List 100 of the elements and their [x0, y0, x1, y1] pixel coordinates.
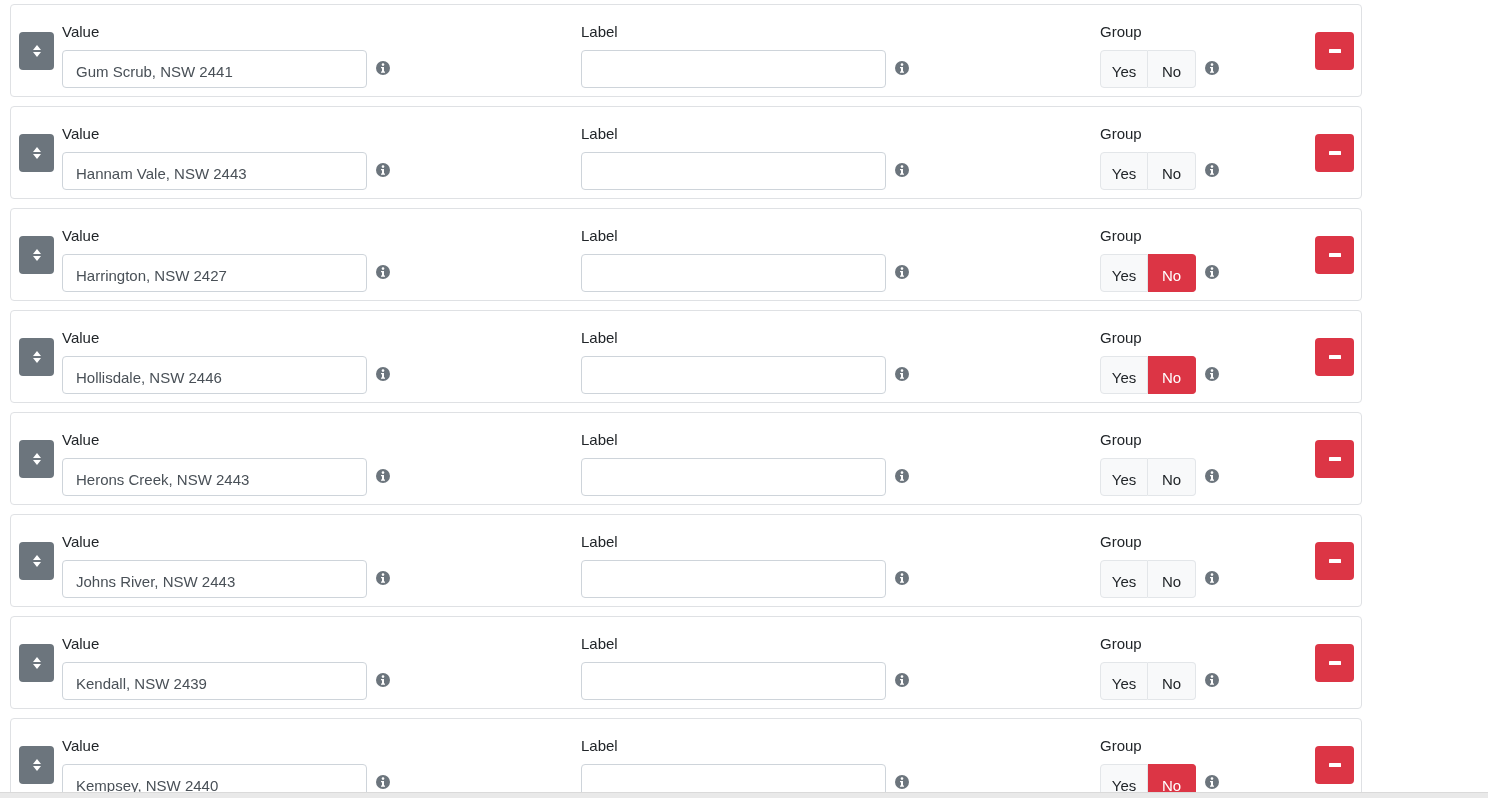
input-field[interactable]: Kendall, NSW 2439 [62, 662, 367, 700]
scrollbar-track[interactable] [0, 792, 1488, 798]
remove-button[interactable] [1315, 338, 1354, 376]
info-icon[interactable] [1205, 264, 1219, 279]
input-field[interactable]: Herons Creek, NSW 2443 [62, 458, 367, 496]
field-label: Group [1100, 124, 1142, 144]
toggle-option[interactable]: Yes [1100, 458, 1148, 496]
minus-icon [1328, 253, 1341, 257]
info-icon[interactable] [376, 162, 390, 177]
minus-icon [1328, 49, 1341, 53]
field-label: Group [1100, 634, 1142, 654]
input-field[interactable]: Harrington, NSW 2427 [62, 254, 367, 292]
input-field[interactable] [581, 764, 886, 794]
field-label: Value [62, 124, 100, 144]
field-label: Value [62, 226, 100, 246]
info-icon[interactable] [376, 366, 390, 381]
field-label: Value [62, 532, 100, 552]
toggle-option[interactable]: No [1148, 662, 1196, 700]
sort-icon [31, 350, 42, 364]
input-field[interactable]: Johns River, NSW 2443 [62, 560, 367, 598]
toggle-option[interactable]: No [1148, 152, 1196, 190]
toggle-option[interactable]: Yes [1100, 560, 1148, 598]
drag-handle[interactable] [19, 32, 54, 70]
info-icon[interactable] [376, 774, 390, 789]
info-icon[interactable] [376, 60, 390, 75]
info-icon[interactable] [376, 264, 390, 279]
toggle-option[interactable]: No [1148, 50, 1196, 88]
remove-button[interactable] [1315, 32, 1354, 70]
field-label: Group [1100, 430, 1142, 450]
input-field[interactable] [581, 458, 886, 496]
remove-button[interactable] [1315, 746, 1354, 784]
toggle-option[interactable]: No [1148, 458, 1196, 496]
info-icon[interactable] [1205, 468, 1219, 483]
field-label: Value [62, 22, 100, 42]
info-icon[interactable] [376, 468, 390, 483]
info-icon[interactable] [895, 570, 909, 585]
field-label: Value [62, 328, 100, 348]
toggle-option[interactable]: Yes [1100, 662, 1148, 700]
toggle-option[interactable]: Yes [1100, 254, 1148, 292]
toggle-option[interactable]: Yes [1100, 50, 1148, 88]
minus-icon [1328, 151, 1341, 155]
toggle-option[interactable]: No [1148, 764, 1196, 794]
toggle-option[interactable]: Yes [1100, 152, 1148, 190]
input-field[interactable]: Gum Scrub, NSW 2441 [62, 50, 367, 88]
minus-icon [1328, 559, 1341, 563]
info-icon[interactable] [1205, 60, 1219, 75]
field-label: Label [581, 226, 618, 246]
field-label: Label [581, 124, 618, 144]
field-label: Label [581, 328, 618, 348]
remove-button[interactable] [1315, 440, 1354, 478]
info-icon[interactable] [895, 774, 909, 789]
info-icon[interactable] [1205, 162, 1219, 177]
field-label: Label [581, 22, 618, 42]
drag-handle[interactable] [19, 236, 54, 274]
info-icon[interactable] [895, 366, 909, 381]
info-icon[interactable] [1205, 774, 1219, 789]
info-icon[interactable] [376, 672, 390, 687]
info-icon[interactable] [895, 672, 909, 687]
field-label: Group [1100, 226, 1142, 246]
info-icon[interactable] [376, 570, 390, 585]
field-label: Group [1100, 532, 1142, 552]
remove-button[interactable] [1315, 134, 1354, 172]
remove-button[interactable] [1315, 644, 1354, 682]
input-field[interactable] [581, 254, 886, 292]
input-field[interactable] [581, 662, 886, 700]
input-field[interactable] [581, 50, 886, 88]
field-label: Group [1100, 328, 1142, 348]
sort-icon [31, 248, 42, 262]
sort-icon [31, 656, 42, 670]
input-field[interactable] [581, 152, 886, 190]
toggle-option[interactable]: No [1148, 356, 1196, 394]
drag-handle[interactable] [19, 338, 54, 376]
info-icon[interactable] [1205, 366, 1219, 381]
drag-handle[interactable] [19, 542, 54, 580]
toggle-option[interactable]: Yes [1100, 764, 1148, 794]
drag-handle[interactable] [19, 746, 54, 784]
sort-icon [31, 554, 42, 568]
input-field[interactable] [581, 356, 886, 394]
info-icon[interactable] [895, 60, 909, 75]
toggle-option[interactable]: No [1148, 254, 1196, 292]
drag-handle[interactable] [19, 644, 54, 682]
toggle-option[interactable]: No [1148, 560, 1196, 598]
sort-icon [31, 146, 42, 160]
input-field[interactable] [581, 560, 886, 598]
input-field[interactable]: Kempsey, NSW 2440 [62, 764, 367, 794]
input-field[interactable]: Hollisdale, NSW 2446 [62, 356, 367, 394]
remove-button[interactable] [1315, 236, 1354, 274]
info-icon[interactable] [895, 162, 909, 177]
field-label: Label [581, 736, 618, 756]
drag-handle[interactable] [19, 134, 54, 172]
remove-button[interactable] [1315, 542, 1354, 580]
drag-handle[interactable] [19, 440, 54, 478]
input-field[interactable]: Hannam Vale, NSW 2443 [62, 152, 367, 190]
info-icon[interactable] [1205, 672, 1219, 687]
info-icon[interactable] [1205, 570, 1219, 585]
info-icon[interactable] [895, 468, 909, 483]
field-label: Group [1100, 22, 1142, 42]
info-icon[interactable] [895, 264, 909, 279]
sort-icon [31, 452, 42, 466]
toggle-option[interactable]: Yes [1100, 356, 1148, 394]
